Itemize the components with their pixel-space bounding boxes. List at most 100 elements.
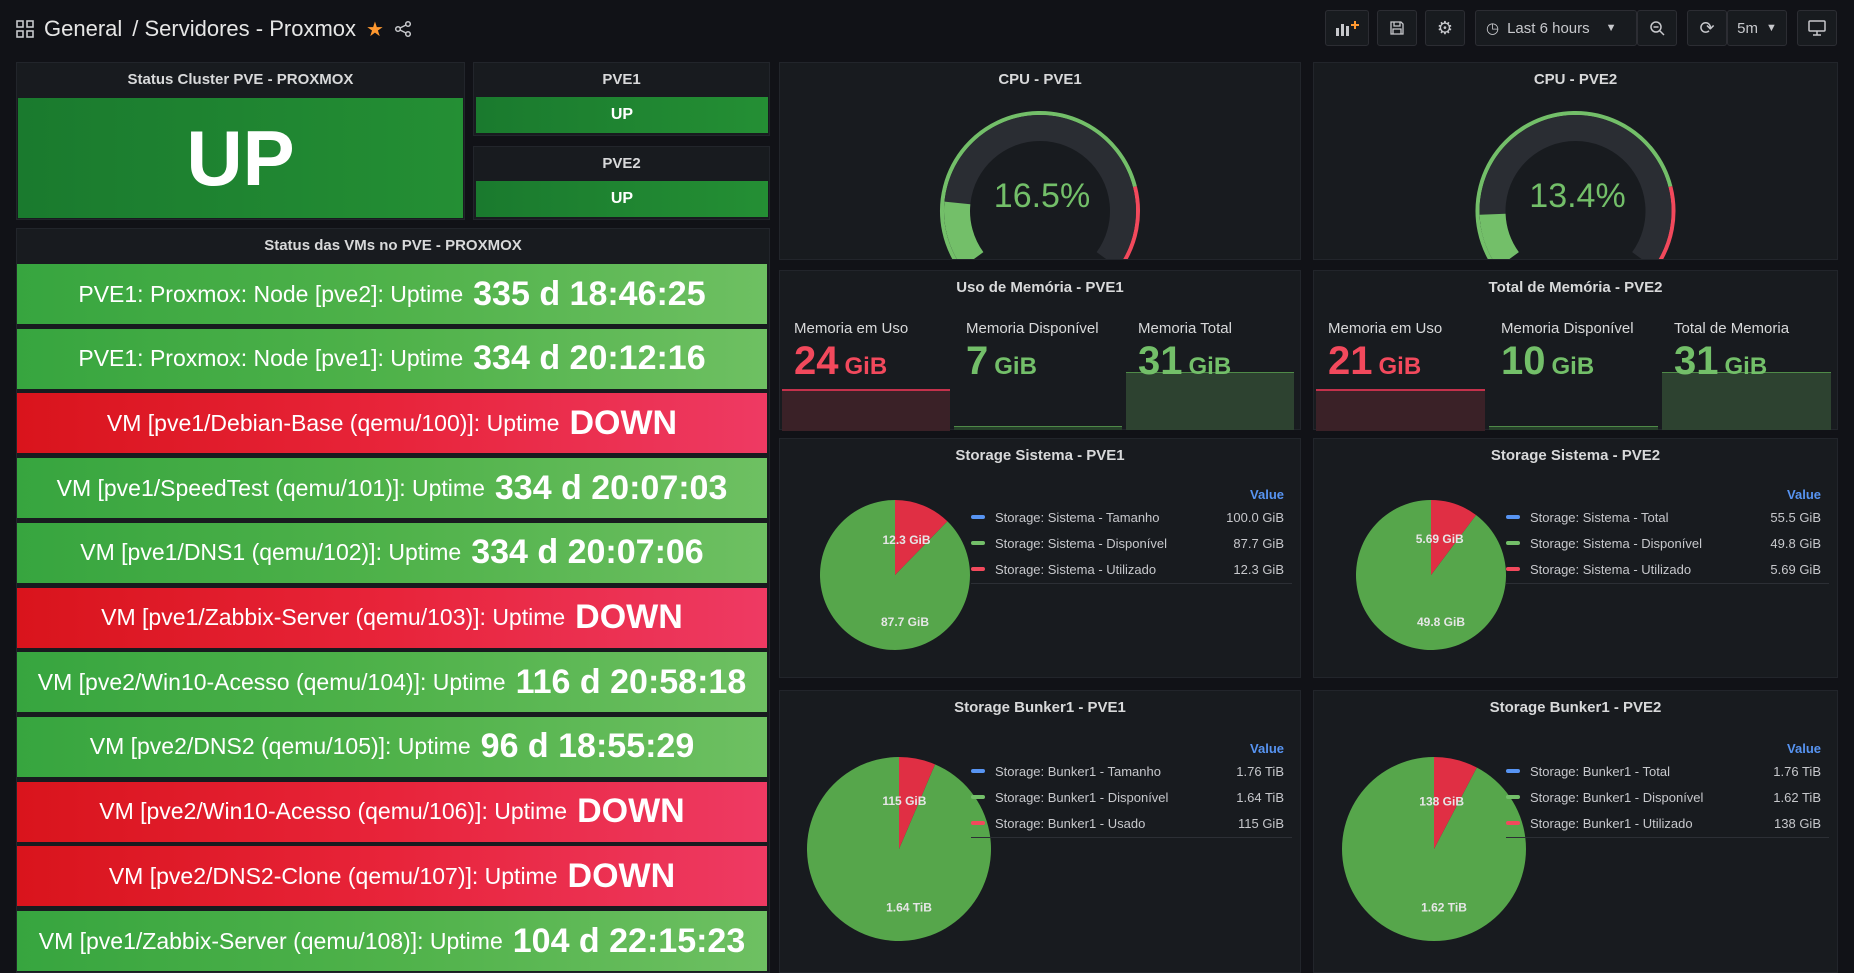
share-icon[interactable] [394, 20, 412, 38]
legend-swatch [1506, 515, 1520, 519]
vm-status-label: PVE1: Proxmox: Node [pve2]: Uptime [78, 280, 464, 307]
stat-sparkline [782, 389, 950, 431]
dashboards-grid-icon[interactable] [16, 20, 34, 38]
top-bar: General / Servidores - Proxmox ★ ⚙ ◷ Las… [0, 0, 1854, 58]
vm-status-label: VM [pve2/DNS2-Clone (qemu/107)]: Uptime [108, 862, 558, 889]
tv-mode-button[interactable] [1797, 10, 1837, 46]
vm-status-row: VM [pve1/Debian-Base (qemu/100)]: Uptime… [17, 393, 767, 454]
vm-status-value: 116 d 20:58:18 [515, 662, 747, 701]
legend-value: 100.0 GiB [1226, 509, 1284, 525]
refresh-button[interactable]: ⟳ [1687, 10, 1727, 46]
star-icon[interactable]: ★ [366, 17, 384, 42]
storage-bunker-pve1-panel: Storage Bunker1 - PVE1 115 GiB 1.64 TiB Va… [779, 690, 1301, 973]
legend-value-header[interactable]: Value [1787, 487, 1821, 502]
legend-name: Storage: Bunker1 - Tamanho [995, 763, 1161, 779]
legend-item[interactable]: Storage: Bunker1 - Disponível 1.62 TiB [1506, 785, 1829, 809]
vm-status-value: DOWN [569, 403, 678, 442]
stat-sparkline [954, 426, 1122, 430]
breadcrumb-folder[interactable]: General [44, 16, 122, 42]
legend-name: Storage: Sistema - Utilizado [1530, 561, 1692, 577]
vm-status-row: VM [pve1/DNS1 (qemu/102)]: Uptime 334 d 2… [17, 522, 767, 583]
settings-button[interactable]: ⚙ [1425, 10, 1465, 46]
legend-swatch [971, 515, 985, 519]
legend-value: 1.64 TiB [1236, 789, 1284, 805]
legend-item[interactable]: Storage: Sistema - Total 55.5 GiB [1506, 505, 1829, 529]
legend-item[interactable]: Storage: Sistema - Utilizado 5.69 GiB [1506, 557, 1829, 581]
legend-divider [1506, 837, 1829, 838]
cpu-pve2-gauge: 13.4% [1475, 111, 1676, 259]
stat-label: Memoria em Uso [1328, 320, 1443, 337]
time-range-picker[interactable]: ◷ Last 6 hours ▼ [1475, 10, 1637, 46]
legend-name: Storage: Sistema - Disponível [1530, 535, 1702, 551]
pve1-status-value: UP [476, 97, 768, 133]
legend-name: Storage: Bunker1 - Disponível [1530, 789, 1704, 805]
stat-number: 21 [1328, 339, 1373, 383]
gauge-value-text: 13.4% [1529, 177, 1625, 215]
vm-status-label: VM [pve2/Win10-Acesso (qemu/104)]: Uptim… [37, 668, 506, 695]
storage-sys-pve1-panel: Storage Sistema - PVE1 12.3 GiB 87.7 GiB V… [779, 438, 1301, 678]
vm-status-value: 334 d 20:07:03 [494, 468, 728, 507]
stat-number: 7 [966, 339, 989, 383]
pie-label-used: 138 GiB [1419, 795, 1464, 809]
legend-item[interactable]: Storage: Bunker1 - Tamanho 1.76 TiB [971, 759, 1292, 783]
pie-legend: Value Storage: Sistema - Tamanho 100.0 GiB… [971, 487, 1292, 587]
legend-item[interactable]: Storage: Bunker1 - Total 1.76 TiB [1506, 759, 1829, 783]
legend-value-header[interactable]: Value [1250, 741, 1284, 756]
legend-value: 138 GiB [1774, 815, 1821, 831]
pie-label-used: 115 GiB [882, 794, 926, 808]
legend-item[interactable]: Storage: Bunker1 - Utilizado 138 GiB [1506, 811, 1829, 835]
vm-status-row: PVE1: Proxmox: Node [pve1]: Uptime 334 d … [17, 328, 767, 389]
storage-sys-pve2-panel: Storage Sistema - PVE2 5.69 GiB 49.8 GiB V… [1313, 438, 1838, 678]
zoom-out-button[interactable] [1637, 10, 1677, 46]
legend-name: Storage: Sistema - Tamanho [995, 509, 1160, 525]
legend-divider [971, 837, 1292, 838]
pie-label-free: 49.8 GiB [1417, 615, 1465, 629]
gear-icon: ⚙ [1436, 17, 1454, 38]
pie-label-free: 87.7 GiB [881, 615, 929, 629]
stat-number: 24 [794, 339, 839, 383]
gauge-value-arc [944, 201, 984, 259]
refresh-interval-picker[interactable]: 5m ▼ [1727, 10, 1787, 46]
legend-swatch [1506, 769, 1520, 773]
save-dashboard-button[interactable] [1377, 10, 1417, 46]
pie-label-used: 5.69 GiB [1416, 532, 1464, 546]
vm-status-row: VM [pve2/Win10-Acesso (qemu/106)]: Uptim… [17, 781, 767, 842]
legend-value-header[interactable]: Value [1250, 487, 1284, 502]
legend-divider [1506, 583, 1829, 584]
pve1-status-panel: PVE1 UP [473, 62, 770, 136]
pie-legend: Value Storage: Bunker1 - Tamanho 1.76 TiB S… [971, 741, 1292, 841]
dashboard-title[interactable]: / Servidores - Proxmox [132, 16, 356, 42]
legend-divider [971, 583, 1292, 584]
legend-value: 1.76 TiB [1773, 763, 1821, 779]
legend-name: Storage: Bunker1 - Total [1530, 763, 1670, 779]
stat-unit: GiB [994, 353, 1037, 380]
refresh-icon: ⟳ [1699, 17, 1715, 38]
monitor-icon [1808, 20, 1826, 36]
cpu-pve2-panel: CPU - PVE2 13.4% [1313, 62, 1838, 260]
legend-item[interactable]: Storage: Bunker1 - Usado 115 GiB [971, 811, 1292, 835]
legend-item[interactable]: Storage: Sistema - Utilizado 12.3 GiB [971, 557, 1292, 581]
vm-status-label: VM [pve1/Zabbix-Server (qemu/108)]: Upti… [38, 927, 503, 954]
legend-value-header[interactable]: Value [1787, 741, 1821, 756]
legend-swatch [971, 769, 985, 773]
stat-sparkline [1316, 389, 1485, 431]
panel-title: Status Cluster PVE - PROXMOX [127, 71, 354, 88]
stat-unit: GiB [1188, 353, 1232, 380]
legend-swatch [971, 567, 985, 571]
stat-number: 31 [1138, 339, 1183, 383]
pve2-status-value: UP [476, 181, 768, 217]
add-panel-button[interactable] [1325, 10, 1369, 46]
vm-status-row: VM [pve1/Zabbix-Server (qemu/108)]: Upti… [17, 911, 767, 971]
pie-legend: Value Storage: Sistema - Total 55.5 GiB Sto… [1506, 487, 1829, 587]
vm-status-value: DOWN [567, 856, 676, 895]
legend-item[interactable]: Storage: Sistema - Tamanho 100.0 GiB [971, 505, 1292, 529]
vm-status-row: VM [pve2/Win10-Acesso (qemu/104)]: Uptim… [17, 652, 767, 713]
vm-status-label: PVE1: Proxmox: Node [pve1]: Uptime [78, 345, 464, 372]
vm-status-value: 335 d 18:46:25 [473, 274, 706, 313]
legend-item[interactable]: Storage: Sistema - Disponível 49.8 GiB [1506, 531, 1829, 555]
legend-item[interactable]: Storage: Bunker1 - Disponível 1.64 TiB [971, 785, 1292, 809]
cpu-pve1-gauge: 16.5% [940, 111, 1140, 259]
legend-item[interactable]: Storage: Sistema - Disponível 87.7 GiB [971, 531, 1292, 555]
save-icon [1390, 21, 1404, 35]
legend-name: Storage: Sistema - Utilizado [995, 561, 1157, 577]
